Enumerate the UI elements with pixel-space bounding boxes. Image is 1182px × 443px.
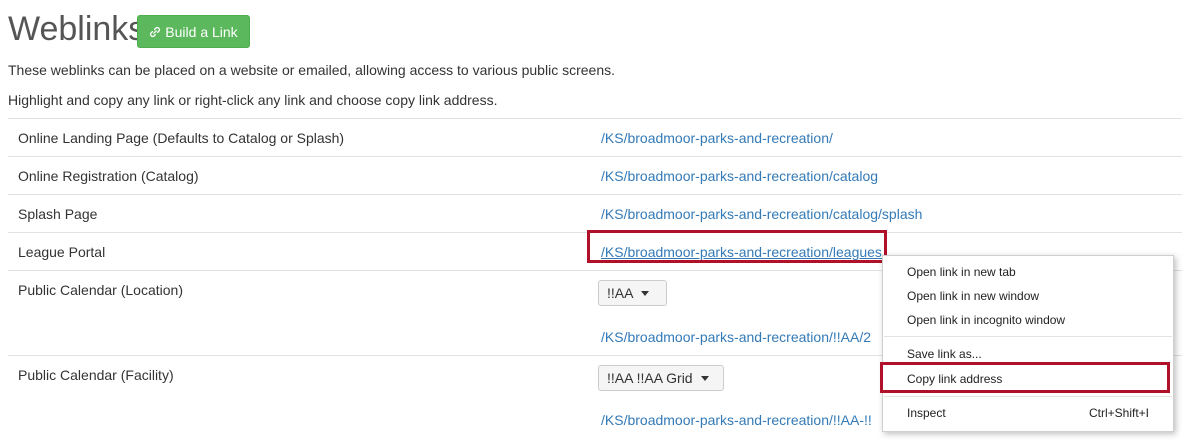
menu-separator [884, 336, 1172, 337]
menu-inspect[interactable]: Inspect [907, 406, 946, 420]
weblink[interactable]: /KS/broadmoor-parks-and-recreation/ [601, 130, 833, 146]
build-a-link-button[interactable]: Build a Link [137, 15, 250, 48]
row-label: Online Registration (Catalog) [18, 168, 199, 184]
menu-open-new-window[interactable]: Open link in new window [907, 289, 1039, 303]
menu-open-incognito[interactable]: Open link in incognito window [907, 313, 1065, 327]
intro-text-1: These weblinks can be placed on a websit… [8, 62, 615, 78]
facility-select[interactable]: !!AA !!AA Grid [598, 365, 724, 391]
facility-select-value: !!AA !!AA Grid [607, 370, 693, 386]
inspect-shortcut: Ctrl+Shift+I [1088, 406, 1149, 420]
table-row: Splash Page /KS/broadmoor-parks-and-recr… [8, 194, 1182, 232]
chevron-down-icon [641, 290, 650, 296]
weblink[interactable]: /KS/broadmoor-parks-and-recreation/catal… [601, 206, 922, 222]
row-label: Splash Page [18, 206, 98, 222]
menu-separator [884, 396, 1172, 397]
weblink[interactable]: /KS/broadmoor-parks-and-recreation/catal… [601, 168, 878, 184]
build-a-link-label: Build a Link [165, 23, 238, 40]
chevron-down-icon [700, 375, 709, 381]
location-select[interactable]: !!AA [598, 280, 667, 306]
table-row: Online Landing Page (Defaults to Catalog… [8, 118, 1182, 156]
row-label: League Portal [18, 244, 106, 260]
row-label: Public Calendar (Facility) [18, 367, 174, 383]
row-label: Online Landing Page (Defaults to Catalog… [18, 130, 345, 146]
link-icon [150, 26, 161, 37]
context-menu: Open link in new tab Open link in new wi… [882, 255, 1174, 432]
weblink[interactable]: /KS/broadmoor-parks-and-recreation/!!AA-… [601, 412, 872, 428]
menu-copy-link-address[interactable]: Copy link address [907, 372, 1002, 386]
location-select-value: !!AA [607, 285, 634, 301]
row-label: Public Calendar (Location) [18, 282, 183, 298]
page-title: Weblinks [8, 10, 146, 48]
weblink[interactable]: /KS/broadmoor-parks-and-recreation/!!AA/… [601, 329, 871, 345]
menu-save-link-as[interactable]: Save link as... [907, 347, 982, 361]
menu-open-new-tab[interactable]: Open link in new tab [907, 265, 1016, 279]
intro-text-2: Highlight and copy any link or right-cli… [8, 92, 498, 108]
table-row: Online Registration (Catalog) /KS/broadm… [8, 156, 1182, 194]
weblink-league-portal[interactable]: /KS/broadmoor-parks-and-recreation/leagu… [601, 244, 882, 260]
